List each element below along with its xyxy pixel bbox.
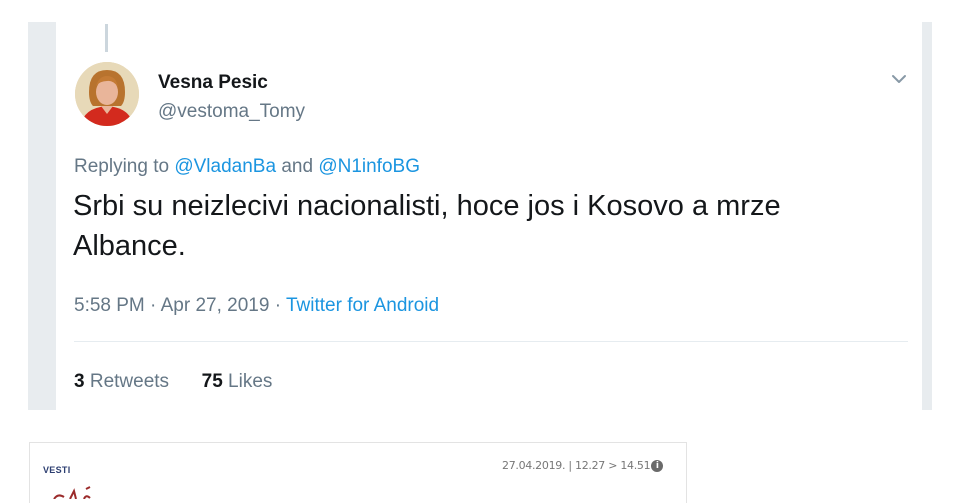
meta-separator-1: ·	[150, 295, 157, 316]
left-gray-strip	[28, 22, 56, 410]
article-time-from: 12.27	[575, 459, 605, 472]
likes-stat[interactable]: 75 Likes	[202, 371, 273, 392]
article-pipe: |	[568, 459, 572, 472]
meta-separator-2: ·	[274, 295, 282, 316]
article-time-to: 14.51	[620, 459, 651, 472]
reply-user-link-1[interactable]: @VladanBa	[174, 156, 276, 177]
tweet-time[interactable]: 5:58 PM	[74, 295, 145, 316]
article-arrow: >	[608, 459, 618, 472]
avatar-photo	[75, 62, 139, 126]
retweets-count: 3	[74, 371, 85, 392]
tweet-stats: 3 Retweets 75 Likes	[74, 371, 272, 393]
replying-prefix: Replying to	[74, 156, 170, 177]
reply-and: and	[281, 156, 314, 177]
retweets-stat[interactable]: 3 Retweets	[74, 371, 174, 392]
likes-count: 75	[201, 371, 223, 392]
thread-connector-line	[105, 24, 108, 52]
tweet-meta: 5:58 PM · Apr 27, 2019 · Twitter for And…	[74, 295, 439, 317]
article-meta: 27.04.2019. | 12.27 > 14.51 i	[502, 459, 664, 472]
reply-user-link-2[interactable]: @N1infoBG	[318, 156, 420, 177]
tweet-date[interactable]: Apr 27, 2019	[161, 295, 270, 316]
info-icon[interactable]: i	[651, 460, 664, 472]
replying-to-line: Replying to @VladanBa and @N1infoBG	[74, 156, 420, 178]
stats-divider	[74, 341, 908, 342]
retweets-label: Retweets	[89, 371, 170, 392]
user-handle[interactable]: @vestoma_Tomy	[158, 101, 305, 123]
article-preview: VESTI 27.04.2019. | 12.27 > 14.51 i	[29, 442, 687, 503]
chevron-down-icon[interactable]	[888, 68, 910, 90]
tweet-source-link[interactable]: Twitter for Android	[286, 295, 439, 316]
right-gray-strip	[922, 22, 932, 410]
vesti-logo: VESTI	[43, 465, 71, 475]
likes-label: Likes	[228, 371, 273, 392]
tweet-text: Srbi su neizlecivi nacionalisti, hoce jo…	[73, 190, 781, 262]
cropped-headline-fragment	[53, 486, 91, 499]
article-date: 27.04.2019.	[502, 459, 566, 472]
avatar[interactable]	[75, 62, 139, 126]
display-name[interactable]: Vesna Pesic	[158, 72, 268, 94]
